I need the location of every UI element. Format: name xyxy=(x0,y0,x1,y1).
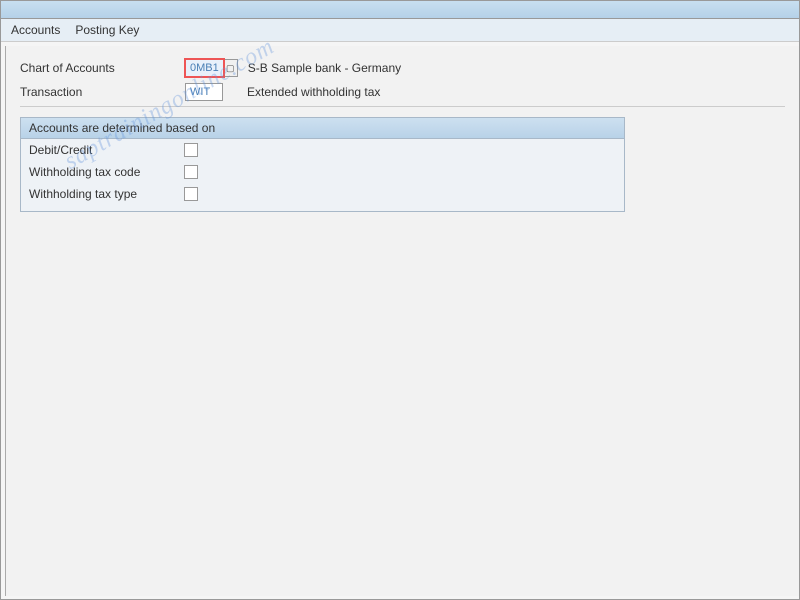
transaction-row: Transaction WIT Extended withholding tax xyxy=(20,80,785,104)
debit-credit-row: Debit/Credit xyxy=(21,139,624,161)
withholding-tax-code-checkbox[interactable] xyxy=(184,165,198,179)
debit-credit-checkbox[interactable] xyxy=(184,143,198,157)
chart-of-accounts-label: Chart of Accounts xyxy=(20,61,185,75)
content-area: Chart of Accounts 0MB1 ▢ S-B Sample bank… xyxy=(5,46,799,596)
transaction-description: Extended withholding tax xyxy=(247,85,380,99)
menu-accounts[interactable]: Accounts xyxy=(11,23,60,37)
debit-credit-label: Debit/Credit xyxy=(29,143,184,157)
menu-posting-key[interactable]: Posting Key xyxy=(75,23,139,37)
withholding-tax-type-checkbox[interactable] xyxy=(184,187,198,201)
menu-bar: Accounts Posting Key xyxy=(1,19,799,42)
search-icon: ▢ xyxy=(226,63,235,74)
withholding-tax-code-row: Withholding tax code xyxy=(21,161,624,183)
chart-of-accounts-row: Chart of Accounts 0MB1 ▢ S-B Sample bank… xyxy=(20,56,785,80)
chart-of-accounts-input[interactable]: 0MB1 xyxy=(185,59,224,77)
title-bar xyxy=(1,1,799,19)
group-header: Accounts are determined based on xyxy=(21,118,624,139)
chart-of-accounts-description: S-B Sample bank - Germany xyxy=(248,61,401,75)
transaction-input[interactable]: WIT xyxy=(185,83,223,101)
chart-of-accounts-f4-button[interactable]: ▢ xyxy=(224,59,238,77)
withholding-tax-code-label: Withholding tax code xyxy=(29,165,184,179)
separator xyxy=(20,106,785,107)
accounts-determined-group: Accounts are determined based on Debit/C… xyxy=(20,117,625,212)
transaction-label: Transaction xyxy=(20,85,185,99)
withholding-tax-type-row: Withholding tax type xyxy=(21,183,624,205)
withholding-tax-type-label: Withholding tax type xyxy=(29,187,184,201)
